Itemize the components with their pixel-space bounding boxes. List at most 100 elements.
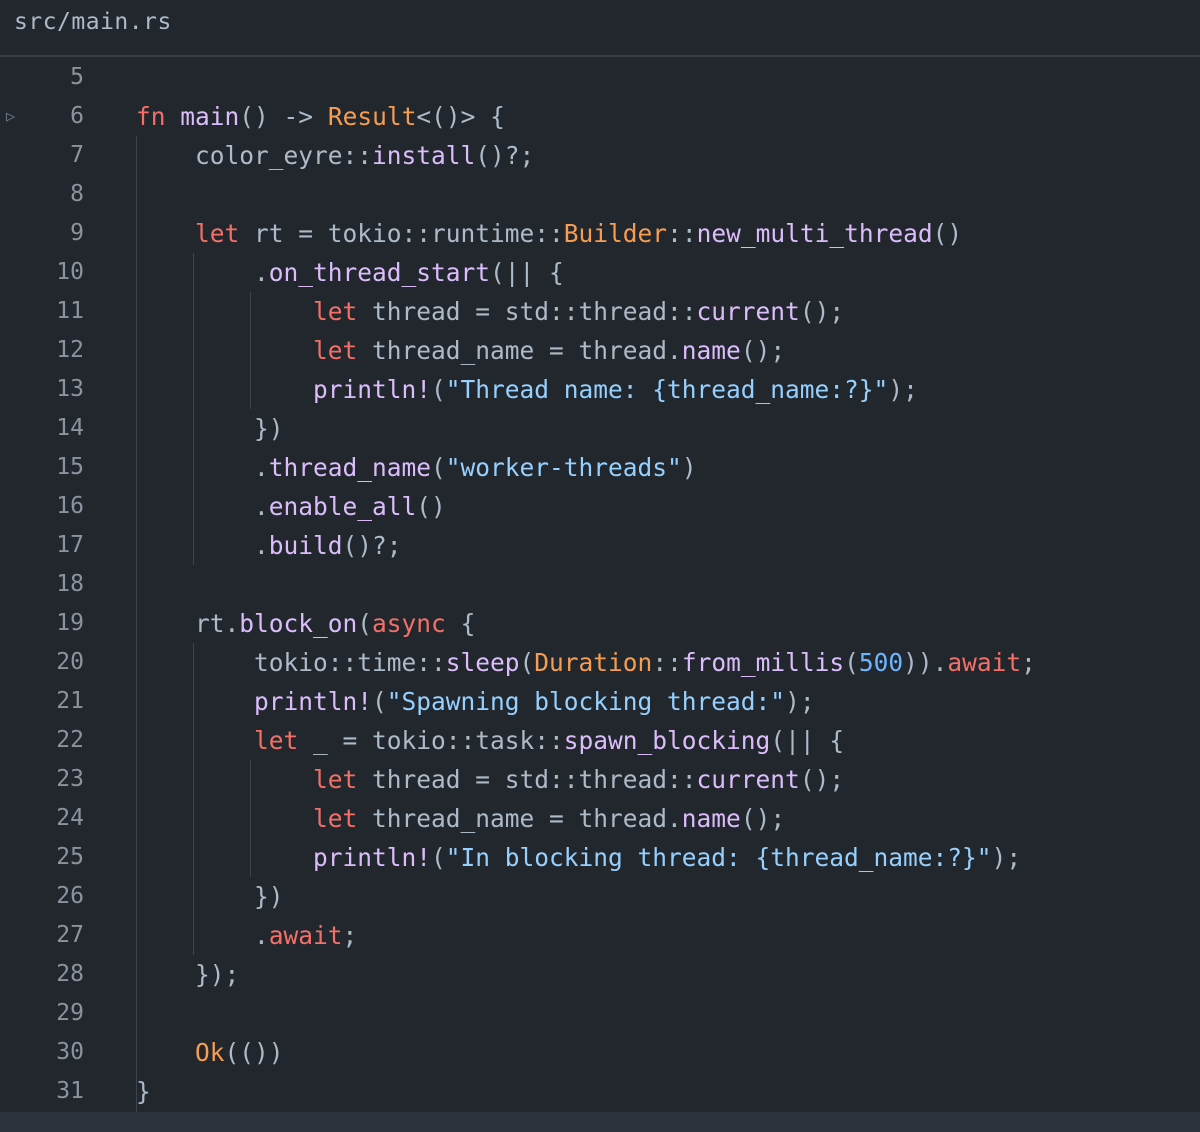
code-line-19[interactable]: 19 rt.block_on(async { xyxy=(0,604,1200,643)
line-number: 30 xyxy=(56,1039,84,1065)
code-line-7[interactable]: 7 color_eyre::install()?; xyxy=(0,136,1200,175)
code-line-24[interactable]: 24 let thread_name = thread.name(); xyxy=(0,799,1200,838)
line-code: let thread_name = thread.name(); xyxy=(136,331,785,370)
line-code: let thread = std::thread::current(); xyxy=(136,760,844,799)
code-line-22[interactable]: 22 let _ = tokio::task::spawn_blocking(|… xyxy=(0,721,1200,760)
code-token: (); xyxy=(799,765,845,794)
code-token: println! xyxy=(313,843,432,872)
code-line-29[interactable]: 29 xyxy=(0,994,1200,1033)
code-token: thread_name = thread. xyxy=(357,804,682,833)
line-number: 7 xyxy=(70,142,84,168)
line-number: 22 xyxy=(56,727,84,753)
code-token: ); xyxy=(888,375,918,404)
code-line-26[interactable]: 26 }) xyxy=(0,877,1200,916)
code-token: (); xyxy=(740,804,786,833)
line-code: fn main() -> Result<()> { xyxy=(136,97,505,136)
line-code: let rt = tokio::runtime::Builder::new_mu… xyxy=(136,214,962,253)
code-line-15[interactable]: 15 .thread_name("worker-threads") xyxy=(0,448,1200,487)
line-code: .await; xyxy=(136,916,357,955)
file-path[interactable]: src/main.rs xyxy=(14,9,172,35)
line-code: .on_thread_start(|| { xyxy=(136,253,564,292)
code-token: on_thread_start xyxy=(268,258,491,287)
code-line-30[interactable]: 30 Ok(()) xyxy=(0,1033,1200,1072)
line-number: 20 xyxy=(56,649,84,675)
line-number: 10 xyxy=(56,259,84,285)
code-token: () xyxy=(416,492,446,521)
code-token: println! xyxy=(313,375,432,404)
code-token: let xyxy=(313,336,358,365)
code-token: fn xyxy=(136,102,166,131)
code-line-13[interactable]: 13 println!("Thread name: {thread_name:?… xyxy=(0,370,1200,409)
line-code: let _ = tokio::task::spawn_blocking(|| { xyxy=(136,721,844,760)
line-number: 8 xyxy=(70,181,84,207)
code-line-28[interactable]: 28 }); xyxy=(0,955,1200,994)
code-line-9[interactable]: 9 let rt = tokio::runtime::Builder::new_… xyxy=(0,214,1200,253)
line-code: }); xyxy=(136,955,239,994)
code-line-5[interactable]: 5 xyxy=(0,58,1200,97)
code-token: . xyxy=(136,258,269,287)
code-token: <()> { xyxy=(416,102,505,131)
line-number: 26 xyxy=(56,883,84,909)
code-token: :: xyxy=(667,219,697,248)
code-editor: src/main.rs 5 ▷ 6 fn main() -> Result<()> {… xyxy=(0,0,1200,1132)
line-number: 5 xyxy=(70,64,84,90)
code-token: (); xyxy=(799,297,845,326)
code-token: ( xyxy=(431,375,446,404)
code-line-8[interactable]: 8 xyxy=(0,175,1200,214)
code-token: ( xyxy=(357,609,373,638)
code-token: ()?; xyxy=(342,531,402,560)
code-token: Duration xyxy=(534,648,653,677)
code-token: "worker-threads" xyxy=(445,453,682,482)
line-number: 23 xyxy=(56,766,84,792)
code-line-12[interactable]: 12 let thread_name = thread.name(); xyxy=(0,331,1200,370)
line-code: .build()?; xyxy=(136,526,402,565)
code-token: ); xyxy=(785,687,815,716)
line-code: println!("Spawning blocking thread:"); xyxy=(136,682,815,721)
code-line-23[interactable]: 23 let thread = std::thread::current(); xyxy=(0,760,1200,799)
code-token: install xyxy=(372,141,476,170)
line-code: .thread_name("worker-threads") xyxy=(136,448,697,487)
line-number: 27 xyxy=(56,922,84,948)
code-token: . xyxy=(136,453,269,482)
code-line-11[interactable]: 11 let thread = std::thread::current(); xyxy=(0,292,1200,331)
code-token: let xyxy=(195,219,240,248)
bottom-band xyxy=(0,1112,1200,1132)
code-token: (); xyxy=(740,336,786,365)
code-line-25[interactable]: 25 println!("In blocking thread: {thread… xyxy=(0,838,1200,877)
code-token: ); xyxy=(991,843,1022,872)
code-token: current xyxy=(696,765,800,794)
line-number: 12 xyxy=(56,337,84,363)
code-line-16[interactable]: 16 .enable_all() xyxy=(0,487,1200,526)
code-token: rt. xyxy=(136,609,240,638)
code-token: println! xyxy=(254,687,373,716)
code-token: (|| { xyxy=(490,258,564,287)
code-token: spawn_blocking xyxy=(563,726,771,755)
code-line-27[interactable]: 27 .await; xyxy=(0,916,1200,955)
code-line-6[interactable]: ▷ 6 fn main() -> Result<()> { xyxy=(0,97,1200,136)
code-line-17[interactable]: 17 .build()?; xyxy=(0,526,1200,565)
code-line-10[interactable]: 10 .on_thread_start(|| { xyxy=(0,253,1200,292)
code-line-14[interactable]: 14 }) xyxy=(0,409,1200,448)
code-token: 500 xyxy=(858,648,904,677)
code-token: "Spawning blocking thread:" xyxy=(386,687,786,716)
code-token: sleep xyxy=(445,648,520,677)
code-line-31[interactable]: 31} xyxy=(0,1072,1200,1111)
code-line-21[interactable]: 21 println!("Spawning blocking thread:")… xyxy=(0,682,1200,721)
code-area[interactable]: 5 ▷ 6 fn main() -> Result<()> {7 color_eyre… xyxy=(0,58,1200,1132)
code-line-20[interactable]: 20 tokio::time::sleep(Duration::from_mil… xyxy=(0,643,1200,682)
code-token: () xyxy=(932,219,963,248)
code-token: enable_all xyxy=(268,492,417,521)
line-code: Ok(()) xyxy=(136,1033,284,1072)
code-token: "Thread name: {thread_name:?}" xyxy=(445,375,889,404)
line-number: 16 xyxy=(56,493,84,519)
code-token: }) xyxy=(136,414,284,443)
code-line-18[interactable]: 18 xyxy=(0,565,1200,604)
code-token: ( xyxy=(519,648,535,677)
line-code: tokio::time::sleep(Duration::from_millis… xyxy=(136,643,1036,682)
file-header: src/main.rs xyxy=(0,0,1200,57)
